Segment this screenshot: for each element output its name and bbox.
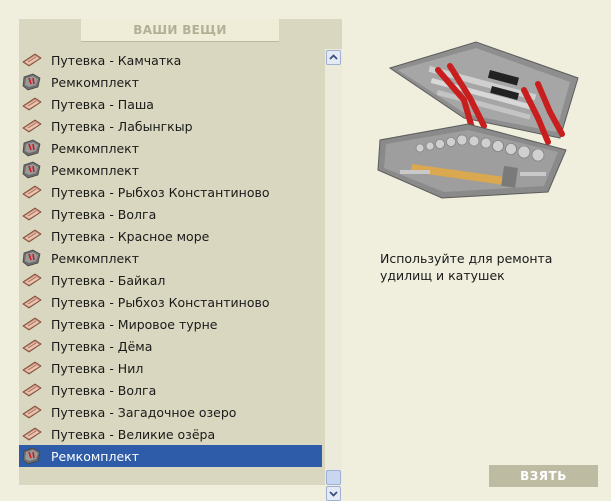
voucher-icon [22,273,42,287]
voucher-icon [22,229,42,243]
list-item[interactable]: Путевка - Камчатка [19,49,322,71]
voucher-icon [22,295,42,309]
list-item-label: Ремкомплект [51,250,139,266]
take-button[interactable]: ВЗЯТЬ [489,465,598,487]
list-item[interactable]: Ремкомплект [19,71,322,93]
toolbox-image [377,41,579,199]
voucher-icon [22,405,42,419]
inventory-panel: ВАШИ ВЕЩИ Путевка - Камчатка Ремкомплект П… [19,19,342,501]
list-item[interactable]: Ремкомплект [19,159,322,181]
voucher-icon [22,119,42,133]
inventory-list[interactable]: Путевка - Камчатка Ремкомплект Путевка - П… [19,49,324,485]
list-item[interactable]: Путевка - Загадочное озеро [19,401,322,423]
list-item-label: Путевка - Рыбхоз Константиново [51,294,270,310]
scroll-down-button[interactable] [326,486,341,501]
list-item[interactable]: Ремкомплект [19,445,322,467]
scrollbar[interactable] [325,49,342,501]
list-item-label: Путевка - Камчатка [51,52,182,68]
list-item[interactable]: Путевка - Мировое турне [19,313,322,335]
list-item[interactable]: Путевка - Волга [19,379,322,401]
list-item[interactable]: Путевка - Красное море [19,225,322,247]
voucher-icon [22,207,42,221]
scroll-thumb[interactable] [326,470,341,485]
voucher-icon [22,53,42,67]
list-item-label: Ремкомплект [51,162,139,178]
voucher-icon [22,383,42,397]
repair-kit-icon [22,161,41,179]
repair-kit-icon [22,249,41,267]
list-item[interactable]: Ремкомплект [19,247,322,269]
list-item-label: Ремкомплект [51,74,139,90]
list-item[interactable]: Путевка - Рыбхоз Константиново [19,291,322,313]
list-item[interactable]: Ремкомплект [19,137,322,159]
list-item-label: Путевка - Паша [51,96,154,112]
voucher-icon [22,361,42,375]
list-item[interactable]: Путевка - Паша [19,93,322,115]
list-item-label: Путевка - Лабынгкыр [51,118,193,134]
voucher-icon [22,317,42,331]
list-item-label: Путевка - Великие озёра [51,426,216,442]
voucher-icon [22,97,42,111]
list-item-label: Путевка - Байкал [51,272,166,288]
list-item-label: Путевка - Мировое турне [51,316,218,332]
chevron-down-icon [329,491,338,497]
list-item-label: Путевка - Рыбхоз Константиново [51,184,270,200]
list-item-label: Путевка - Волга [51,382,157,398]
list-item[interactable]: Путевка - Дёма [19,335,322,357]
list-item-label: Путевка - Дёма [51,338,153,354]
voucher-icon [22,339,42,353]
list-item[interactable]: Путевка - Великие озёра [19,423,322,445]
list-item-label: Путевка - Волга [51,206,157,222]
list-item-label: Путевка - Нил [51,360,144,376]
repair-kit-icon [22,73,41,91]
list-item-label: Путевка - Красное море [51,228,210,244]
list-item-label: Ремкомплект [51,140,139,156]
list-item-label: Ремкомплект [51,448,139,464]
list-item[interactable]: Путевка - Нил [19,357,322,379]
voucher-icon [22,185,42,199]
chevron-up-icon [329,54,338,60]
voucher-icon [22,427,42,441]
list-item[interactable]: Путевка - Волга [19,203,322,225]
list-item[interactable]: Путевка - Рыбхоз Константиново [19,181,322,203]
list-item-label: Путевка - Загадочное озеро [51,404,237,420]
repair-kit-icon [22,447,41,465]
repair-kit-icon [22,139,41,157]
scroll-up-button[interactable] [326,50,341,65]
panel-title: ВАШИ ВЕЩИ [81,19,279,42]
list-item[interactable]: Путевка - Байкал [19,269,322,291]
item-description: Используйте для ремонта удилищ и катушек [380,251,553,283]
list-item[interactable]: Путевка - Лабынгкыр [19,115,322,137]
